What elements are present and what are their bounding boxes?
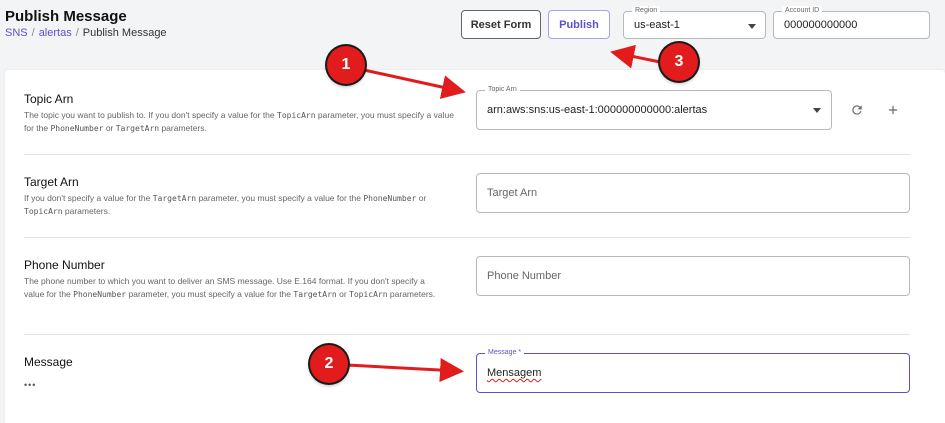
annotation-badge-1: 1 [327,46,365,84]
message-input[interactable]: Message * Mensagem [476,348,910,393]
phone-number-title: Phone Number [24,258,105,272]
topic-arn-value: arn:aws:sns:us-east-1:000000000000:alert… [487,104,708,116]
region-value: us-east-1 [634,19,680,31]
phone-number-help: The phone number to which you want to de… [24,276,436,299]
divider [24,237,910,238]
account-id-label: Account ID [782,6,823,16]
target-arn-title: Target Arn [24,175,79,189]
target-arn-placeholder: Target Arn [487,187,538,199]
annotation-badge-2: 2 [310,345,348,383]
breadcrumb-alertas[interactable]: alertas [39,27,72,39]
caret-down-icon [813,108,821,113]
breadcrumb: SNS / alertas / Publish Message [5,27,167,39]
topic-arn-label: Topic Arn [485,85,520,95]
account-id-value: 000000000000 [784,19,858,31]
target-arn-input[interactable]: Target Arn [476,173,910,213]
region-label: Region [632,6,661,16]
plus-icon[interactable] [883,100,903,120]
breadcrumb-sns[interactable]: SNS [5,27,28,39]
topic-arn-help: The topic you want to publish to. If you… [24,110,454,133]
page-title: Publish Message [5,8,127,25]
topic-arn-title: Topic Arn [24,92,74,106]
region-select[interactable]: Region us-east-1 [623,6,766,39]
divider [24,154,910,155]
message-title: Message [24,355,73,369]
page-header: Publish Message SNS / alertas / Publish Mess… [0,0,945,58]
phone-number-input[interactable]: Phone Number [476,256,910,296]
message-value: Mensagem [487,367,542,379]
publish-button[interactable]: Publish [548,10,610,39]
caret-down-icon [748,24,756,29]
phone-number-placeholder: Phone Number [487,270,561,282]
message-ellipsis: ••• [24,380,37,390]
divider [24,334,910,335]
refresh-icon[interactable] [847,100,867,120]
reset-form-button[interactable]: Reset Form [461,10,541,39]
target-arn-help: If you don't specify a value for the Tar… [24,193,427,216]
account-id-field[interactable]: Account ID 000000000000 [773,6,930,39]
annotation-badge-3: 3 [660,43,698,81]
breadcrumb-separator: / [31,27,35,39]
message-label: Message * [485,348,525,358]
topic-arn-select[interactable]: Topic Arn arn:aws:sns:us-east-1:00000000… [476,85,832,130]
breadcrumb-current: Publish Message [82,27,167,39]
breadcrumb-separator: / [75,27,79,39]
